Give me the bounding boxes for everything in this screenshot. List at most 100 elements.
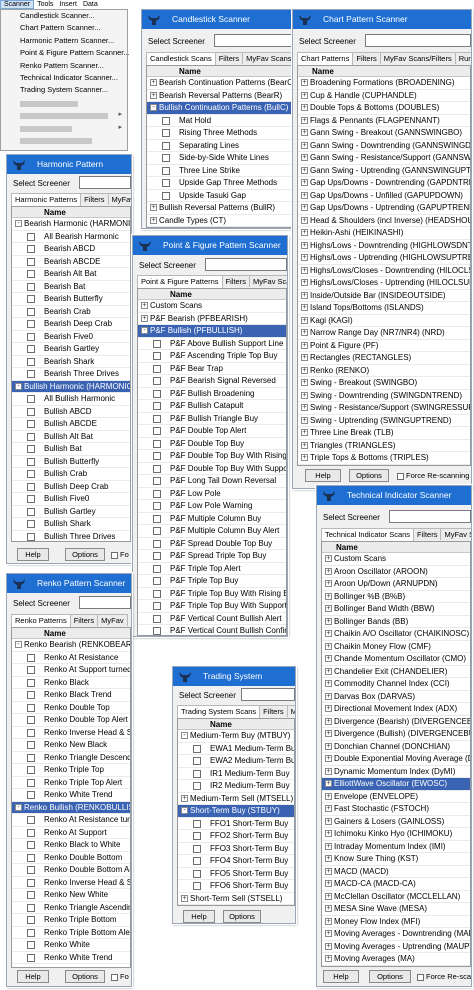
tree-group-row[interactable]: -Bearish Harmonic (HARMONICBEARISH) xyxy=(12,218,130,231)
tree-item-row[interactable]: P&F Vertical Count Bullish Confirmed xyxy=(138,625,286,635)
tab-myfa[interactable]: MyFa xyxy=(286,705,295,717)
tree-item-row[interactable]: Renko Triple Top Alert xyxy=(12,777,130,789)
tree-item-row[interactable]: P&F Low Pole xyxy=(138,488,286,500)
tree-item-row[interactable]: FFO2 Short-Term Buy xyxy=(178,830,294,843)
tree-item-row[interactable]: P&F Triple Top Buy With Support xyxy=(138,600,286,613)
list-item[interactable]: + Triangles (TRIANGLES) xyxy=(298,440,470,452)
row-checkbox[interactable] xyxy=(27,753,35,762)
expand-icon[interactable]: + xyxy=(325,867,332,875)
expand-icon[interactable]: + xyxy=(325,567,332,575)
row-checkbox[interactable] xyxy=(193,857,201,865)
expand-icon[interactable]: + xyxy=(301,204,308,212)
row-checkbox[interactable] xyxy=(193,832,201,840)
row-checkbox[interactable] xyxy=(27,270,35,278)
tree-item-row[interactable]: Renko Double Top xyxy=(12,702,130,714)
row-checkbox[interactable] xyxy=(27,245,35,253)
menu-item-harmonic[interactable]: Harmonic Pattern Scanner... xyxy=(1,35,127,47)
force-rescan-checkbox[interactable]: Fo xyxy=(111,972,129,982)
tree-item-row[interactable]: P&F Multiple Column Buy xyxy=(138,513,286,525)
tree-item-row[interactable]: Side-by-Side White Lines xyxy=(147,152,291,165)
options-button[interactable]: Options xyxy=(349,469,389,482)
tree-item-row[interactable]: Bullish Crab xyxy=(12,468,130,481)
tree-item-row[interactable]: P&F Vertical Count Bullish Alert xyxy=(138,613,286,625)
expand-icon[interactable]: + xyxy=(301,279,308,287)
tree-group-row[interactable]: -Bullish Harmonic (HARMONICBULLISH) xyxy=(12,380,130,393)
list-item[interactable]: + Triple Tops & Bottoms (TRIPLES) xyxy=(298,452,470,465)
screener-dropdown[interactable] xyxy=(79,176,131,189)
row-checkbox[interactable] xyxy=(153,427,161,435)
row-checkbox[interactable] xyxy=(27,470,35,478)
list-item[interactable]: + Double Tops & Bottoms (DOUBLES) xyxy=(298,102,470,115)
list-item[interactable]: + MACD-CA (MACD-CA) xyxy=(322,878,470,891)
row-checkbox[interactable] xyxy=(153,502,161,510)
row-checkbox[interactable] xyxy=(27,320,35,328)
tab-renko-patterns[interactable]: Renko Patterns xyxy=(11,614,71,627)
expand-icon[interactable]: + xyxy=(325,655,332,663)
tree-group-row[interactable]: + Bearish Reversal Patterns (BearR) xyxy=(147,90,291,102)
column-header-name[interactable]: Name xyxy=(178,719,294,730)
expand-icon[interactable]: + xyxy=(301,366,308,374)
tree-item-row[interactable]: Renko Black to White xyxy=(12,839,130,852)
expand-icon[interactable]: + xyxy=(150,91,157,99)
tree-item-row[interactable]: Separating Lines xyxy=(147,140,291,152)
expand-icon[interactable]: + xyxy=(301,341,308,349)
menu-item-chart-pattern[interactable]: Chart Pattern Scanner... xyxy=(1,22,127,34)
row-checkbox[interactable] xyxy=(153,477,161,485)
list-item[interactable]: + Highs/Lows/Closes - Downtrending (HILOC… xyxy=(298,265,470,277)
tab-candlestick-scans[interactable]: Candlestick Scans xyxy=(146,52,216,65)
tree-item-row[interactable]: Bearish Shark xyxy=(12,356,130,368)
expand-icon[interactable]: + xyxy=(301,191,308,199)
expand-icon[interactable]: + xyxy=(325,642,332,650)
list-item[interactable]: +Double Exponential Moving Average (DEMA… xyxy=(322,753,470,766)
row-checkbox[interactable] xyxy=(153,489,161,498)
tree-item-row[interactable]: P&F Bearish Signal Reversed xyxy=(138,375,286,388)
list-item[interactable]: + Broadening Formations (BROADENING) xyxy=(298,77,470,90)
list-item[interactable]: +Gann Swing - Resistance/Support (GANNSW… xyxy=(298,152,470,165)
expand-icon[interactable]: + xyxy=(325,717,332,725)
row-checkbox[interactable] xyxy=(153,577,161,585)
list-item[interactable]: + McClellan Oscillator (MCCLELLAN) xyxy=(322,891,470,903)
row-checkbox[interactable] xyxy=(27,953,35,962)
list-item[interactable]: + Donchian Channel (DONCHIAN) xyxy=(322,741,470,753)
row-checkbox[interactable] xyxy=(27,307,35,316)
tree-item-row[interactable]: Renko New White xyxy=(12,889,130,902)
expand-icon[interactable]: + xyxy=(325,767,332,775)
row-checkbox[interactable] xyxy=(27,457,35,466)
tree-group-row[interactable]: - Medium-Term Buy (MTBUY) xyxy=(178,730,294,743)
row-checkbox[interactable] xyxy=(27,703,35,712)
row-checkbox[interactable] xyxy=(162,116,170,125)
expand-icon[interactable]: + xyxy=(150,204,157,212)
tree-item-row[interactable]: Bullish Three Drives xyxy=(12,531,130,542)
expand-icon[interactable]: + xyxy=(325,630,332,638)
list-item[interactable]: + Inside/Outside Bar (INSIDEOUTSIDE) xyxy=(298,290,470,302)
list-item[interactable]: + Heikin-Ashi (HEIKINASHI) xyxy=(298,227,470,240)
list-item[interactable]: + Three Line Break (TLB) xyxy=(298,427,470,440)
list-item[interactable]: +Divergence (Bullish) (DIVERGENCEBULLISH… xyxy=(322,728,470,741)
tree-group-row[interactable]: + Custom Scans xyxy=(138,300,286,313)
tree-item-row[interactable]: P&F Triple Top Alert xyxy=(138,563,286,575)
row-checkbox[interactable] xyxy=(27,853,35,862)
tree-item-row[interactable]: Renko Triple Bottom xyxy=(12,914,130,927)
list-item[interactable]: + Point & Figure (PF) xyxy=(298,340,470,352)
tree-group-row[interactable]: + Bearish Continuation Patterns (BearC) xyxy=(147,77,291,90)
tree-item-row[interactable]: FFO4 Short-Term Buy xyxy=(178,855,294,868)
tree-item-row[interactable]: Bullish Bat xyxy=(12,443,130,456)
tree-item-row[interactable]: P&F Double Top Alert xyxy=(138,425,286,438)
row-checkbox[interactable] xyxy=(153,352,161,360)
expand-icon[interactable]: + xyxy=(325,605,332,613)
expand-icon[interactable]: + xyxy=(325,555,332,563)
row-checkbox[interactable] xyxy=(153,364,161,373)
force-rescan-checkbox[interactable]: Force Re-scan xyxy=(417,972,471,982)
tree-group-row[interactable]: + Short-Term Sell (STSELL) xyxy=(178,893,294,905)
expand-icon[interactable]: + xyxy=(325,842,332,850)
tab-myfav-scans-filters[interactable]: MyFav Scans/Filters xyxy=(242,52,292,64)
row-checkbox[interactable] xyxy=(193,744,201,753)
tree-item-row[interactable]: Bearish Butterfly xyxy=(12,293,130,306)
row-checkbox[interactable] xyxy=(153,339,161,348)
tree-item-row[interactable]: Bearish Bat xyxy=(12,281,130,293)
list-item[interactable]: + Fast Stochastic (FSTOCH) xyxy=(322,803,470,816)
list-item[interactable]: + Money Flow Index (MFI) xyxy=(322,916,470,928)
help-button[interactable]: Help xyxy=(17,970,49,983)
row-checkbox[interactable] xyxy=(27,432,35,441)
row-checkbox[interactable] xyxy=(27,395,35,403)
